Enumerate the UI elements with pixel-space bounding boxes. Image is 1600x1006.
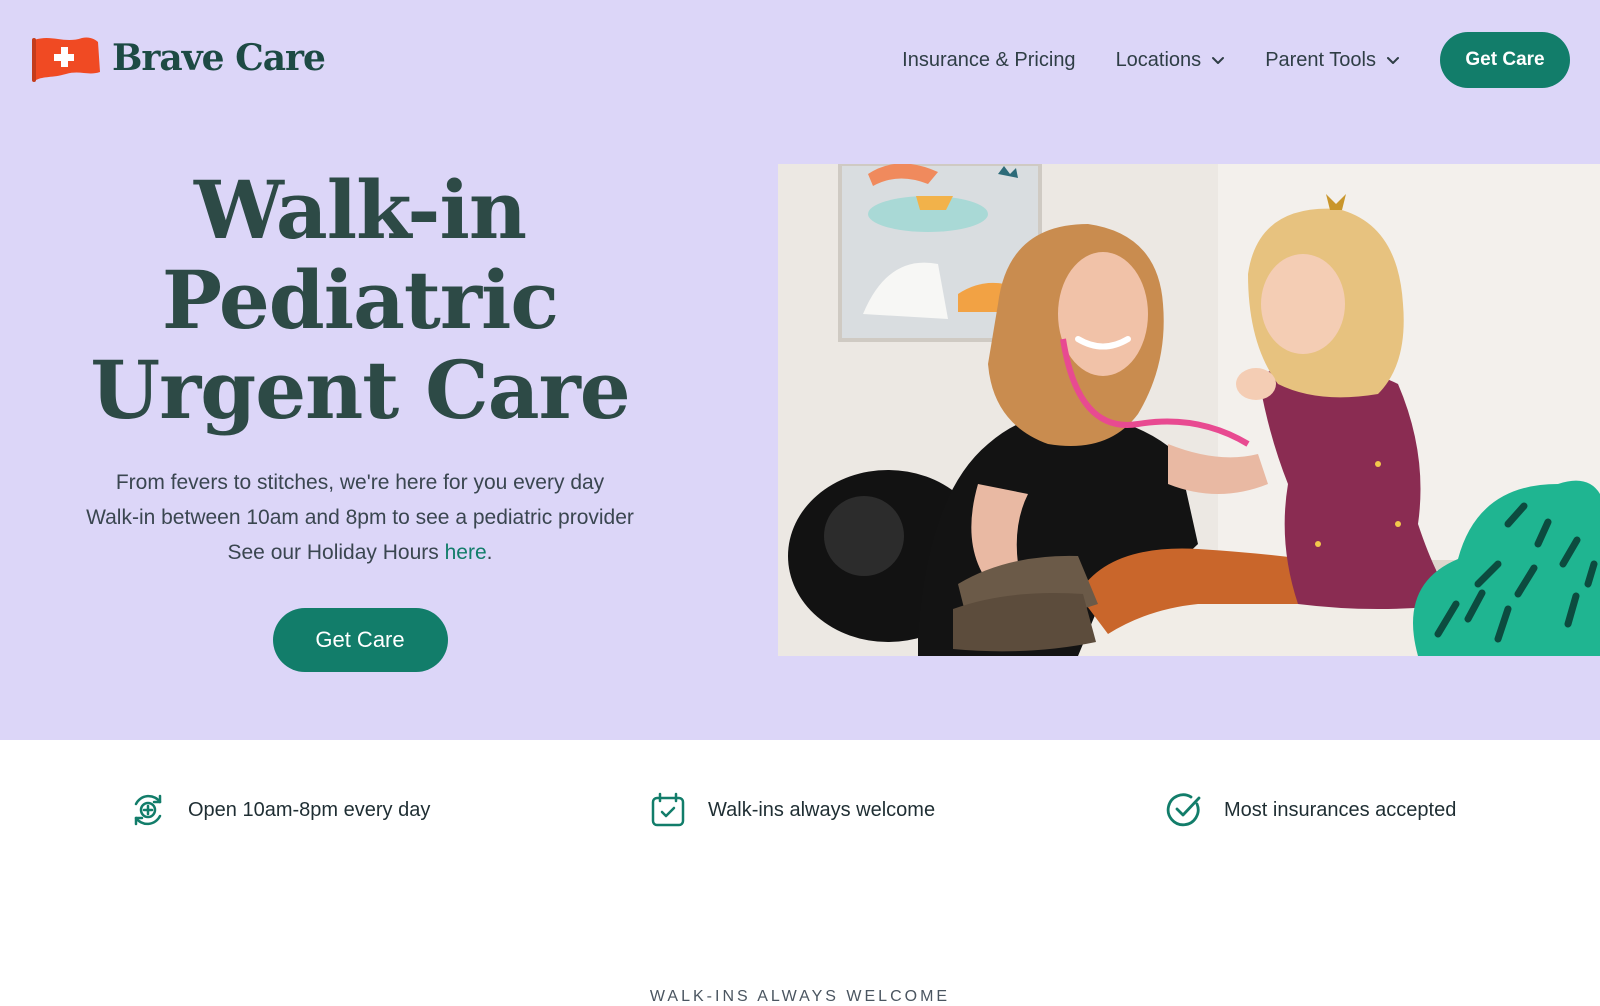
brand-logo[interactable]: Brave Care	[30, 32, 326, 84]
feature-walkins-text: Walk-ins always welcome	[708, 798, 936, 821]
doctor-with-child-illustration	[778, 164, 1600, 656]
hero-section: Brave Care Insurance & Pricing Locations…	[0, 0, 1600, 740]
features-bar: Open 10am-8pm every day Walk-ins always …	[0, 740, 1600, 870]
chevron-down-icon	[1387, 57, 1399, 64]
feature-insurance: Most insurances accepted	[1166, 788, 1456, 832]
headline-line: Pediatric	[161, 253, 559, 347]
headline-line: Walk-in	[193, 163, 527, 257]
get-care-hero-button[interactable]: Get Care	[272, 608, 448, 672]
get-care-nav-button[interactable]: Get Care	[1440, 32, 1570, 88]
hero-copy: Walk-in Pediatric Urgent Care From fever…	[40, 165, 680, 672]
hero-subcopy: From fevers to stitches, we're here for …	[40, 465, 680, 570]
feature-insurance-text: Most insurances accepted	[1224, 798, 1457, 821]
hero-line: Walk-in between 10am and 8pm to see a pe…	[86, 506, 634, 529]
headline-line: Urgent Care	[90, 343, 630, 437]
section-eyebrow: WALK-INS ALWAYS WELCOME	[649, 988, 951, 1005]
holiday-hours-text: See our Holiday Hours	[227, 541, 445, 564]
nav-locations-label: Locations	[1115, 48, 1202, 71]
nav-parent-tools-label: Parent Tools	[1265, 48, 1376, 71]
holiday-hours-period: .	[486, 541, 493, 564]
calendar-check-icon	[651, 792, 685, 827]
nav-insurance-pricing-label: Insurance & Pricing	[902, 48, 1076, 71]
feature-hours: Open 10am-8pm every day	[130, 788, 430, 832]
feature-walkins: Walk-ins always welcome	[650, 788, 935, 832]
flag-logo-icon	[32, 37, 100, 82]
brand-name: Brave Care	[112, 37, 326, 79]
hero-line: From fevers to stitches, we're here for …	[115, 471, 605, 494]
holiday-hours-line: See our Holiday Hours here.	[40, 535, 680, 570]
chevron-down-icon	[1212, 57, 1225, 64]
feature-hours-text: Open 10am-8pm every day	[188, 798, 431, 821]
holiday-hours-link[interactable]: here	[445, 541, 487, 564]
nav-parent-tools[interactable]: Parent Tools	[1265, 49, 1400, 72]
check-circle-icon	[1166, 793, 1201, 827]
hero-photo	[778, 164, 1600, 656]
nav-insurance-pricing[interactable]: Insurance & Pricing	[902, 49, 1075, 72]
clinic-hours-icon	[134, 794, 162, 826]
page-title: Walk-in Pediatric Urgent Care	[40, 165, 680, 435]
nav-locations[interactable]: Locations	[1116, 49, 1226, 72]
main-nav: Insurance & Pricing Locations Parent Too…	[902, 32, 1570, 88]
